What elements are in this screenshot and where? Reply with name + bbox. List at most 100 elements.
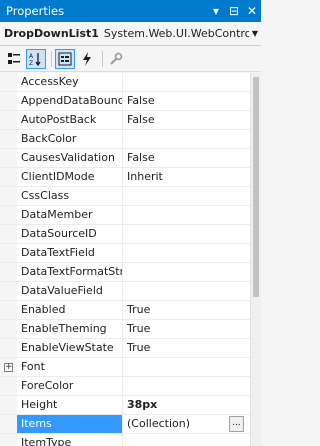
property-name[interactable]: CssClass (17, 187, 123, 205)
row-gutter (0, 339, 17, 357)
categorized-button[interactable] (4, 49, 24, 69)
property-value[interactable] (123, 434, 250, 446)
property-value[interactable] (123, 244, 250, 262)
row-gutter (0, 92, 17, 110)
property-name[interactable]: DataValueField (17, 282, 123, 300)
categorized-icon (8, 52, 20, 64)
property-name[interactable]: AccessKey (17, 73, 123, 91)
panel-title: Properties (6, 4, 65, 18)
row-gutter (0, 130, 17, 148)
properties-titlebar: Properties ▾ ⊟ ✕ (0, 0, 261, 22)
row-gutter (0, 111, 17, 129)
property-value[interactable] (123, 187, 250, 205)
window-position-icon[interactable]: ▾ (207, 2, 225, 20)
property-name[interactable]: Enabled (17, 301, 123, 319)
property-row[interactable]: EnableTheming True (0, 320, 250, 339)
object-selector[interactable]: DropDownList1 System.Web.UI.WebContro ▼ (0, 22, 261, 46)
dock-icon[interactable]: ⊟ (225, 2, 243, 20)
events-icon (83, 51, 91, 66)
close-icon[interactable]: ✕ (243, 2, 261, 20)
alphabetical-button[interactable]: A Z (26, 48, 46, 69)
property-value[interactable]: False (123, 111, 250, 129)
property-name[interactable]: Items (17, 415, 123, 433)
row-gutter (0, 225, 17, 243)
property-row[interactable]: DataTextFormatStri (0, 263, 250, 282)
property-row[interactable]: BackColor (0, 130, 250, 149)
property-row[interactable]: AutoPostBack False (0, 111, 250, 130)
property-name[interactable]: DataTextFormatStri (17, 263, 123, 281)
row-gutter (0, 320, 17, 338)
property-value[interactable] (123, 206, 250, 224)
properties-button[interactable] (55, 48, 75, 69)
chevron-down-icon[interactable]: ▼ (249, 29, 261, 38)
property-value[interactable] (123, 377, 250, 395)
property-value[interactable]: Inherit (123, 168, 250, 186)
property-name[interactable]: AppendDataBound (17, 92, 123, 110)
property-row[interactable]: EnableViewState True (0, 339, 250, 358)
property-value[interactable]: True (123, 339, 250, 357)
property-value[interactable]: False (123, 149, 250, 167)
row-gutter (0, 377, 17, 395)
property-row[interactable]: Enabled True (0, 301, 250, 320)
object-name: DropDownList1 (4, 27, 99, 40)
property-row[interactable]: AccessKey (0, 73, 250, 92)
scrollbar-thumb[interactable] (253, 77, 259, 297)
property-row[interactable]: DataMember (0, 206, 250, 225)
property-row[interactable]: Height 38px (0, 396, 250, 415)
property-name[interactable]: CausesValidation (17, 149, 123, 167)
property-row[interactable]: DataTextField (0, 244, 250, 263)
property-row[interactable]: ClientIDMode Inherit (0, 168, 250, 187)
row-gutter (0, 168, 17, 186)
property-name[interactable]: ClientIDMode (17, 168, 123, 186)
expand-icon[interactable]: + (4, 362, 13, 372)
property-name[interactable]: DataTextField (17, 244, 123, 262)
events-button[interactable] (77, 49, 97, 69)
property-name[interactable]: DataMember (17, 206, 123, 224)
property-row[interactable]: Items (Collection)... (0, 415, 250, 434)
property-row[interactable]: ItemType (0, 434, 250, 446)
toolbar-separator (51, 50, 52, 67)
property-value[interactable] (123, 225, 250, 243)
properties-toolbar: A Z (0, 46, 261, 72)
row-gutter: + (0, 358, 17, 376)
property-name[interactable]: Height (17, 396, 123, 414)
row-gutter (0, 301, 17, 319)
property-value[interactable]: True (123, 320, 250, 338)
collection-editor-button[interactable]: ... (229, 416, 244, 432)
property-grid: AccessKey AppendDataBound False AutoPostBac… (0, 73, 250, 446)
vertical-scrollbar[interactable] (250, 73, 261, 446)
property-row[interactable]: AppendDataBound False (0, 92, 250, 111)
row-gutter (0, 263, 17, 281)
property-value[interactable] (123, 282, 250, 300)
property-value[interactable] (123, 263, 250, 281)
property-row[interactable]: CausesValidation False (0, 149, 250, 168)
property-row[interactable]: CssClass (0, 187, 250, 206)
svg-text:A: A (29, 53, 34, 60)
property-row[interactable]: ForeColor (0, 377, 250, 396)
property-value[interactable]: True (123, 301, 250, 319)
property-name[interactable]: EnableViewState (17, 339, 123, 357)
property-value[interactable] (123, 73, 250, 91)
property-value[interactable] (123, 130, 250, 148)
property-row[interactable]: DataValueField (0, 282, 250, 301)
row-gutter (0, 73, 17, 91)
property-name[interactable]: ItemType (17, 434, 123, 446)
row-gutter (0, 244, 17, 262)
property-name[interactable]: EnableTheming (17, 320, 123, 338)
property-value[interactable]: False (123, 92, 250, 110)
property-pages-button[interactable] (106, 49, 126, 69)
property-row[interactable]: + Font (0, 358, 250, 377)
property-name[interactable]: AutoPostBack (17, 111, 123, 129)
property-value[interactable] (123, 358, 250, 376)
row-gutter (0, 187, 17, 205)
property-name[interactable]: BackColor (17, 130, 123, 148)
row-gutter (0, 434, 17, 446)
object-type: System.Web.UI.WebContro (103, 27, 249, 40)
property-name[interactable]: DataSourceID (17, 225, 123, 243)
row-gutter (0, 396, 17, 414)
property-value[interactable]: 38px (123, 396, 250, 414)
property-row[interactable]: DataSourceID (0, 225, 250, 244)
property-name[interactable]: Font (17, 358, 123, 376)
properties-icon (58, 52, 72, 65)
property-name[interactable]: ForeColor (17, 377, 123, 395)
